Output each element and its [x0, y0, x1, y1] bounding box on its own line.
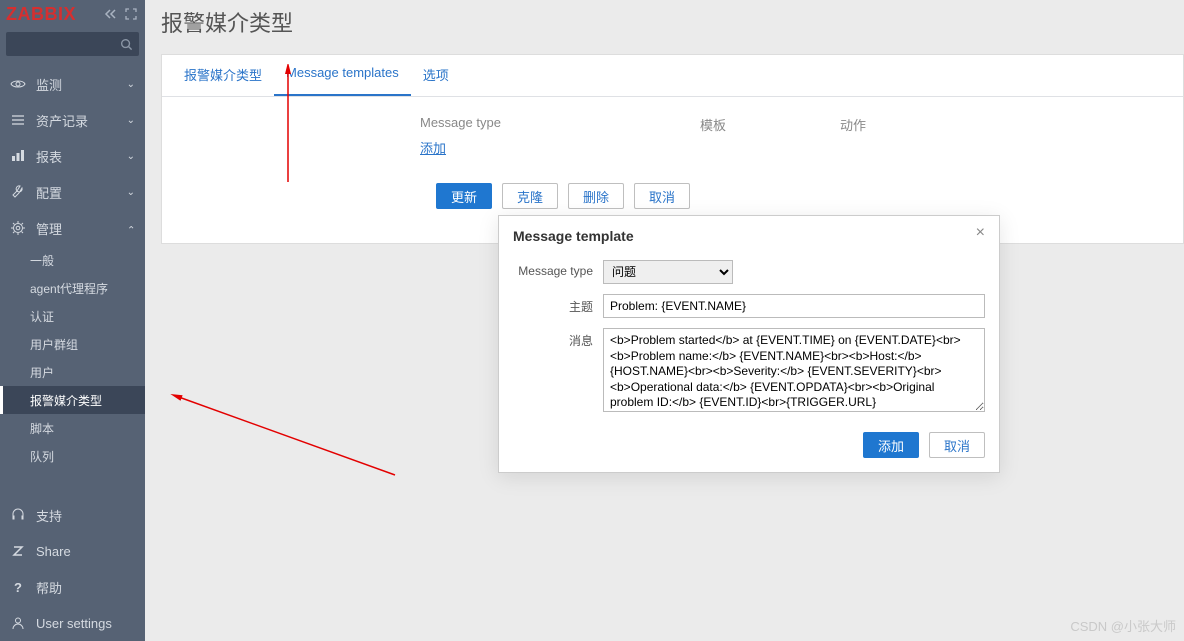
- tab-options[interactable]: 选项: [411, 55, 461, 96]
- headset-icon: [10, 507, 26, 523]
- modal-title: Message template: [513, 228, 985, 244]
- modal-add-button[interactable]: 添加: [863, 432, 919, 458]
- list-icon: [10, 112, 26, 128]
- sidebar-item-auth[interactable]: 认证: [0, 302, 145, 330]
- nav-label: 报表: [36, 147, 62, 166]
- sidebar-item-scripts[interactable]: 脚本: [0, 414, 145, 442]
- sidebar-item-queue[interactable]: 队列: [0, 442, 145, 470]
- modal-cancel-button[interactable]: 取消: [929, 432, 985, 458]
- tab-message-templates[interactable]: Message templates: [274, 55, 411, 96]
- wrench-icon: [10, 184, 26, 200]
- modal-message-template: × Message template Message type 问题 主题 消息…: [498, 215, 1000, 473]
- nav-label: 配置: [36, 183, 62, 202]
- update-button[interactable]: 更新: [436, 183, 492, 209]
- nav-help[interactable]: ? 帮助: [0, 569, 145, 605]
- watermark: CSDN @小张大师: [1070, 616, 1176, 635]
- nav-share[interactable]: Share: [0, 533, 145, 569]
- clone-button[interactable]: 克隆: [502, 183, 558, 209]
- page-title: 报警媒介类型: [161, 0, 1184, 54]
- collapse-sidebar-icon[interactable]: [103, 6, 119, 22]
- nav-label: 资产记录: [36, 111, 88, 130]
- col-action: 动作: [840, 115, 940, 134]
- sidebar-item-user-groups[interactable]: 用户群组: [0, 330, 145, 358]
- nav-label: User settings: [36, 616, 112, 631]
- search-input[interactable]: [6, 32, 139, 56]
- nav-user-settings[interactable]: User settings: [0, 605, 145, 641]
- main-content: 报警媒介类型 报警媒介类型 Message templates 选项 Messa…: [145, 0, 1184, 244]
- nav-admin[interactable]: 管理 ⌄: [0, 210, 145, 246]
- tab-media-type[interactable]: 报警媒介类型: [172, 55, 274, 96]
- question-icon: ?: [10, 579, 26, 595]
- sidebar-item-agent-proxy[interactable]: agent代理程序: [0, 274, 145, 302]
- col-template: 模板: [700, 115, 800, 134]
- tab-row: 报警媒介类型 Message templates 选项: [162, 55, 1183, 97]
- eye-icon: [10, 76, 26, 92]
- table-header: Message type 模板 动作: [420, 115, 1167, 134]
- chevron-up-icon: ⌄: [127, 223, 135, 234]
- close-icon[interactable]: ×: [970, 222, 991, 244]
- nav-config[interactable]: 配置 ⌄: [0, 174, 145, 210]
- message-textarea[interactable]: <b>Problem started</b> at {EVENT.TIME} o…: [603, 328, 985, 412]
- subject-input[interactable]: [603, 294, 985, 318]
- gear-icon: [10, 220, 26, 236]
- label-subject: 主题: [513, 294, 603, 315]
- nav-label: 监测: [36, 75, 62, 94]
- label-message: 消息: [513, 328, 603, 349]
- nav-reports[interactable]: 报表 ⌄: [0, 138, 145, 174]
- chevron-down-icon: ⌄: [127, 79, 135, 90]
- nav-label: 帮助: [36, 578, 62, 597]
- bars-icon: [10, 148, 26, 164]
- nav-support[interactable]: 支持: [0, 497, 145, 533]
- sidebar-item-general[interactable]: 一般: [0, 246, 145, 274]
- nav-label: 支持: [36, 506, 62, 525]
- z-icon: [10, 543, 26, 559]
- col-message-type: Message type: [420, 115, 660, 134]
- delete-button[interactable]: 删除: [568, 183, 624, 209]
- nav-label: 管理: [36, 219, 62, 238]
- search-icon: [120, 38, 133, 51]
- sidebar-item-media-types[interactable]: 报警媒介类型: [0, 386, 145, 414]
- nav-monitoring[interactable]: 监测 ⌄: [0, 66, 145, 102]
- nav-inventory[interactable]: 资产记录 ⌄: [0, 102, 145, 138]
- logo[interactable]: ZABBIX: [6, 4, 99, 25]
- sidebar-item-users[interactable]: 用户: [0, 358, 145, 386]
- user-icon: [10, 615, 26, 631]
- fullscreen-icon[interactable]: [123, 6, 139, 22]
- sidebar: ZABBIX 监测 ⌄ 资产记录 ⌄ 报表 ⌄ 配置 ⌄ 管理 ⌄ 一般 ag: [0, 0, 145, 641]
- add-link[interactable]: 添加: [420, 134, 446, 171]
- chevron-down-icon: ⌄: [127, 115, 135, 126]
- chevron-down-icon: ⌄: [127, 187, 135, 198]
- annotation-arrow-diagonal: [170, 390, 400, 480]
- nav-label: Share: [36, 544, 71, 559]
- chevron-down-icon: ⌄: [127, 151, 135, 162]
- cancel-button[interactable]: 取消: [634, 183, 690, 209]
- label-message-type: Message type: [513, 260, 603, 278]
- message-type-select[interactable]: 问题: [603, 260, 733, 284]
